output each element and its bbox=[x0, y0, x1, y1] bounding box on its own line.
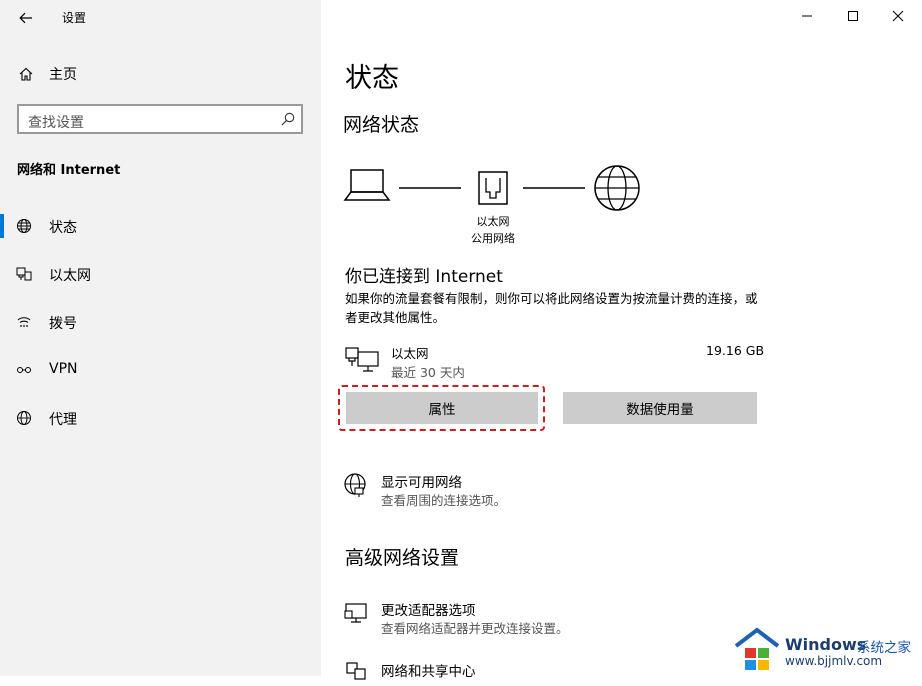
windows-house-logo bbox=[734, 627, 780, 670]
search-icon bbox=[281, 112, 295, 126]
home-link[interactable]: 主页 bbox=[14, 62, 77, 86]
sidebar-item-label: 以太网 bbox=[49, 268, 91, 284]
minimize-button[interactable] bbox=[792, 4, 822, 28]
sharing-center-icon bbox=[346, 662, 366, 680]
show-networks-title: 显示可用网络 bbox=[381, 475, 462, 491]
sidebar-item-proxy[interactable]: 代理 bbox=[0, 402, 321, 434]
sidebar-item-vpn[interactable]: VPN bbox=[0, 354, 321, 386]
main-panel: 状态 网络状态 以太网 公用网络 你已连接到 Internet 如果你的流量套餐… bbox=[321, 0, 922, 680]
sidebar-item-label: 代理 bbox=[49, 412, 77, 428]
watermark-brand: Windows bbox=[785, 635, 867, 654]
ethernet-port-icon bbox=[478, 171, 508, 205]
vpn-icon bbox=[17, 367, 31, 373]
sidebar-item-label: VPN bbox=[49, 361, 78, 377]
network-diagram: 以太网 公用网络 bbox=[343, 160, 653, 250]
sharing-center-title: 网络和共享中心 bbox=[381, 664, 476, 680]
maximize-icon bbox=[848, 11, 858, 21]
adapter-options-title: 更改适配器选项 bbox=[381, 603, 476, 619]
show-networks-icon bbox=[344, 473, 366, 497]
close-button[interactable] bbox=[883, 4, 913, 28]
back-button[interactable] bbox=[14, 6, 38, 30]
advanced-settings-heading: 高级网络设置 bbox=[345, 547, 460, 569]
arrow-left-icon bbox=[19, 12, 32, 24]
sidebar-item-status[interactable]: 状态 bbox=[0, 210, 321, 242]
watermark-url: www.bjjmlv.com bbox=[785, 654, 883, 668]
connected-title: 你已连接到 Internet bbox=[345, 267, 503, 287]
ethernet-adapter-icon bbox=[345, 347, 379, 372]
sidebar-item-label: 拨号 bbox=[49, 316, 77, 332]
diagram-node-sublabel: 公用网络 bbox=[471, 232, 515, 245]
minimize-icon bbox=[802, 15, 812, 17]
sidebar-item-dialup[interactable]: 拨号 bbox=[0, 306, 321, 338]
maximize-button[interactable] bbox=[838, 4, 868, 28]
connection-usage: 19.16 GB bbox=[706, 343, 765, 358]
show-networks-subtitle: 查看周围的连接选项。 bbox=[381, 493, 507, 508]
properties-button[interactable]: 属性 bbox=[346, 392, 538, 424]
home-icon bbox=[19, 67, 33, 81]
search-input[interactable]: 查找设置 bbox=[17, 104, 303, 134]
close-icon bbox=[892, 10, 904, 22]
internet-globe-icon bbox=[594, 165, 640, 211]
sidebar-item-label: 状态 bbox=[49, 220, 77, 236]
laptop-icon bbox=[343, 169, 391, 201]
sidebar-item-ethernet[interactable]: 以太网 bbox=[0, 258, 321, 290]
connection-period: 最近 30 天内 bbox=[391, 365, 465, 380]
adapter-options-icon bbox=[344, 603, 367, 623]
app-title: 设置 bbox=[62, 11, 87, 25]
diagram-node-label: 以太网 bbox=[476, 215, 510, 228]
network-diagram-graphic bbox=[343, 165, 640, 211]
connection-description: 如果你的流量套餐有限制，则你可以将此网络设置为按流量计费的连接，或者更改其他属性… bbox=[345, 291, 758, 325]
sidebar: 设置 主页 查找设置 网络和 Internet 状态 以太网 拨号 VPN 代理 bbox=[0, 0, 321, 676]
watermark-cn: 系统之家 bbox=[857, 640, 911, 656]
ethernet-icon bbox=[16, 267, 32, 281]
globe-icon bbox=[17, 411, 31, 425]
globe-status-icon bbox=[17, 219, 31, 233]
search-placeholder: 查找设置 bbox=[28, 115, 84, 131]
watermark: Windows 系统之家 www.bjjmlv.com bbox=[733, 626, 922, 676]
page-title: 状态 bbox=[345, 63, 399, 94]
home-label: 主页 bbox=[49, 67, 77, 83]
dialup-icon bbox=[17, 317, 31, 327]
network-status-heading: 网络状态 bbox=[343, 114, 420, 136]
section-title: 网络和 Internet bbox=[17, 163, 121, 178]
connection-name: 以太网 bbox=[391, 346, 429, 361]
adapter-options-subtitle: 查看网络适配器并更改连接设置。 bbox=[381, 621, 569, 636]
data-usage-button[interactable]: 数据使用量 bbox=[563, 392, 757, 424]
